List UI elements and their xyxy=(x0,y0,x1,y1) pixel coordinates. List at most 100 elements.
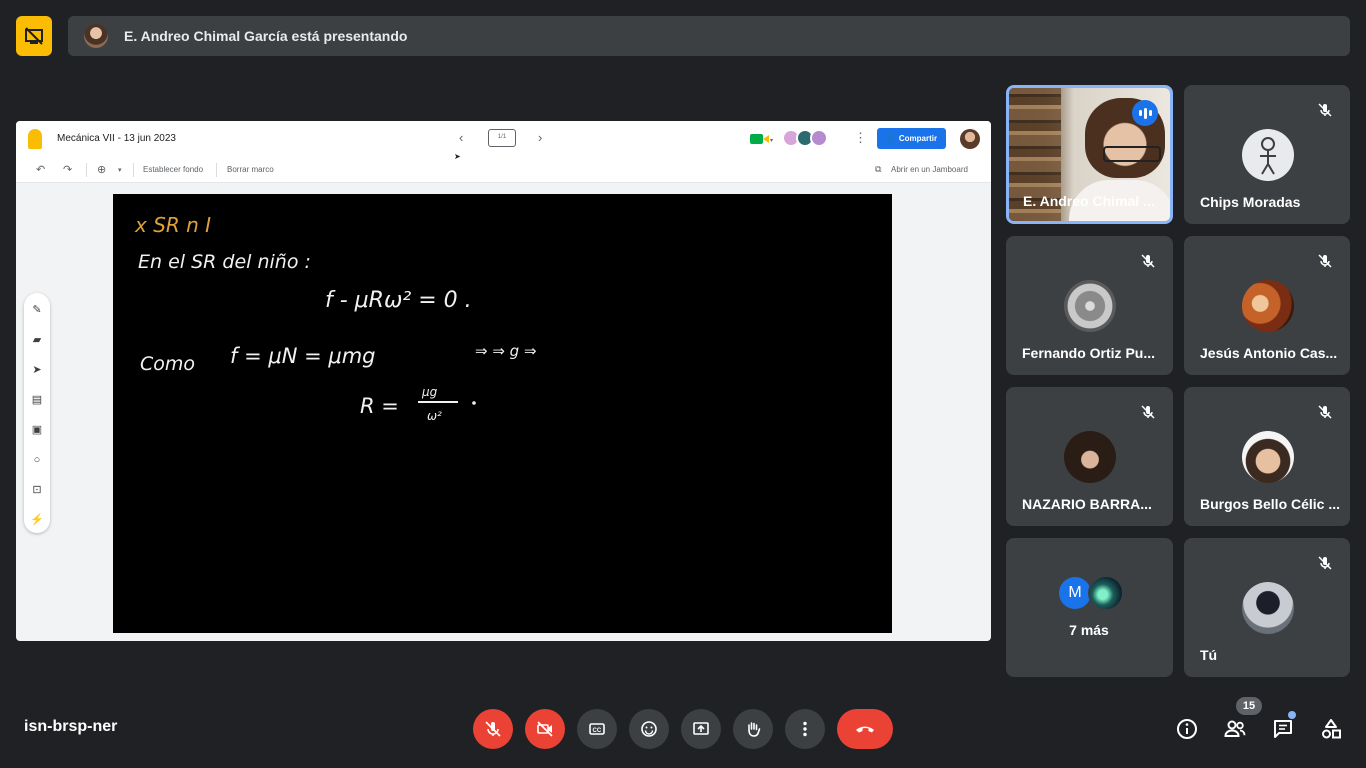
toolbar-divider xyxy=(86,163,87,177)
toolbar-divider xyxy=(133,163,134,177)
jamboard-user-avatar xyxy=(960,129,980,149)
presenter-glasses xyxy=(1103,146,1161,162)
participant-tile[interactable]: NAZARIO BARRA... xyxy=(1006,387,1173,526)
participant-name: Burgos Bello Célic ... xyxy=(1200,496,1341,512)
board-fraction-denominator: ω² xyxy=(427,409,442,423)
mic-off-icon xyxy=(485,721,501,737)
board-line-4-scribble: ⇒ ⇒ g ⇒ xyxy=(475,342,537,360)
more-participants-label: 7 más xyxy=(1069,622,1109,638)
participant-tile[interactable]: Fernando Ortiz Pu... xyxy=(1006,236,1173,375)
meet-icon: ▾ xyxy=(750,134,773,144)
prev-frame-icon: ‹ xyxy=(459,130,464,145)
participant-tile[interactable]: Burgos Bello Célic ... xyxy=(1184,387,1350,526)
participant-tile[interactable]: Chips Moradas xyxy=(1184,85,1350,224)
select-icon: ➤ xyxy=(32,364,42,376)
set-background-label: Establecer fondo xyxy=(143,165,204,174)
zoom-dropdown-icon: ▾ xyxy=(118,167,122,174)
clear-frame-label: Borrar marco xyxy=(227,165,274,174)
chat-icon xyxy=(1274,720,1292,738)
presenter-avatar xyxy=(84,24,108,48)
jamboard-toolbar: ↶ ↷ ⊕ ▾ Establecer fondo Borrar marco ⧉ … xyxy=(16,157,991,183)
jamboard-title: Mecánica VII - 13 jun 2023 xyxy=(57,133,176,144)
jamboard-share-button: 👤 Compartir xyxy=(877,128,946,149)
participant-name: Fernando Ortiz Pu... xyxy=(1022,345,1156,361)
more-options-button[interactable] xyxy=(785,709,825,749)
camera-button[interactable] xyxy=(525,709,565,749)
sticky-note-icon: ▤ xyxy=(31,394,43,406)
collaborator-avatar xyxy=(810,129,828,147)
board-line-2: En el SR del niño : xyxy=(138,251,311,273)
present-button[interactable] xyxy=(681,709,721,749)
pen-icon: ✎ xyxy=(32,304,42,316)
participant-tile-self[interactable]: Tú xyxy=(1184,538,1350,677)
avatar xyxy=(1242,129,1294,181)
people-button[interactable] xyxy=(1221,715,1249,743)
mic-off-icon xyxy=(1312,550,1338,576)
activities-icon xyxy=(1322,719,1341,739)
participant-tile[interactable]: Jesús Antonio Cas... xyxy=(1184,236,1350,375)
participant-count-badge: 15 xyxy=(1236,697,1262,715)
shared-screen: Mecánica VII - 13 jun 2023 ‹ 1/1 › ▾ ⋮ 👤… xyxy=(16,121,991,641)
presenting-banner: E. Andreo Chimal García está presentando xyxy=(68,16,1350,56)
participant-name: E. Andreo Chimal ... xyxy=(1023,193,1155,209)
share-label: Compartir xyxy=(898,134,938,143)
info-icon xyxy=(1177,719,1197,739)
captions-button[interactable]: CC xyxy=(577,709,617,749)
avatar xyxy=(1242,280,1294,332)
microphone-button[interactable] xyxy=(473,709,513,749)
person-icon: 👤 xyxy=(885,134,896,143)
jamboard-more-icon: ⋮ xyxy=(854,130,867,145)
laser-icon: ⚡ xyxy=(30,514,44,526)
present-icon xyxy=(693,722,709,735)
mouse-cursor-icon: ➤ xyxy=(454,152,461,161)
avatar xyxy=(1242,582,1294,634)
more-participants-tile[interactable]: M 7 más xyxy=(1006,538,1173,677)
speaking-indicator-icon xyxy=(1132,100,1158,126)
board-line-5: R = xyxy=(360,394,399,418)
camera-off-icon xyxy=(537,721,553,737)
jamboard-logo xyxy=(28,129,42,149)
participant-name: Jesús Antonio Cas... xyxy=(1200,345,1338,361)
emoji-icon xyxy=(641,721,657,737)
avatar xyxy=(1064,431,1116,483)
participant-name: Tú xyxy=(1200,647,1218,663)
raise-hand-icon xyxy=(748,722,761,737)
circle-icon: ○ xyxy=(33,454,41,466)
activities-button[interactable] xyxy=(1317,715,1345,743)
open-in-jamboard-label: Abrir en un Jamboard xyxy=(891,165,968,174)
more-options-icon xyxy=(803,721,807,737)
svg-text:CC: CC xyxy=(593,728,602,734)
stop-presenting-button[interactable] xyxy=(16,16,52,56)
captions-icon: CC xyxy=(589,723,605,735)
avatar-initial: M xyxy=(1059,577,1091,609)
mic-off-icon xyxy=(1135,248,1161,274)
chat-button[interactable] xyxy=(1269,715,1297,743)
mic-off-icon xyxy=(1312,399,1338,425)
open-external-icon: ⧉ xyxy=(875,164,882,174)
jamboard-header: Mecánica VII - 13 jun 2023 ‹ 1/1 › ▾ ⋮ 👤… xyxy=(16,121,991,157)
whiteboard-canvas: x SR n I En el SR del niño : f - μRω² = … xyxy=(134,213,537,423)
meeting-info-button[interactable] xyxy=(1173,715,1201,743)
emoji-button[interactable] xyxy=(629,709,669,749)
stop-presenting-icon xyxy=(25,27,43,45)
svg-text:▾: ▾ xyxy=(770,138,773,144)
participant-name: NAZARIO BARRA... xyxy=(1022,496,1152,512)
meeting-code: isn-brsp-ner xyxy=(24,718,118,735)
zoom-icon: ⊕ xyxy=(97,164,107,176)
mic-off-icon xyxy=(1135,399,1161,425)
next-frame-icon: › xyxy=(538,130,543,145)
presenting-text: E. Andreo Chimal García está presentando xyxy=(124,28,408,44)
image-icon: ▣ xyxy=(31,424,43,436)
whiteboard: x SR n I En el SR del niño : f - μRω² = … xyxy=(113,194,892,633)
participant-tile-presenter[interactable]: E. Andreo Chimal ... xyxy=(1006,85,1173,224)
mic-off-icon xyxy=(1312,248,1338,274)
participant-name: Chips Moradas xyxy=(1200,194,1301,210)
text-box-icon: ⊡ xyxy=(32,484,42,496)
undo-icon: ↶ xyxy=(36,164,46,176)
end-call-button[interactable] xyxy=(837,709,893,749)
redo-icon: ↷ xyxy=(63,164,73,176)
collaborator-avatars xyxy=(782,129,828,147)
raise-hand-button[interactable] xyxy=(733,709,773,749)
board-line-4-equation: f = μN = μmg xyxy=(230,344,376,368)
end-call-icon xyxy=(856,726,874,733)
